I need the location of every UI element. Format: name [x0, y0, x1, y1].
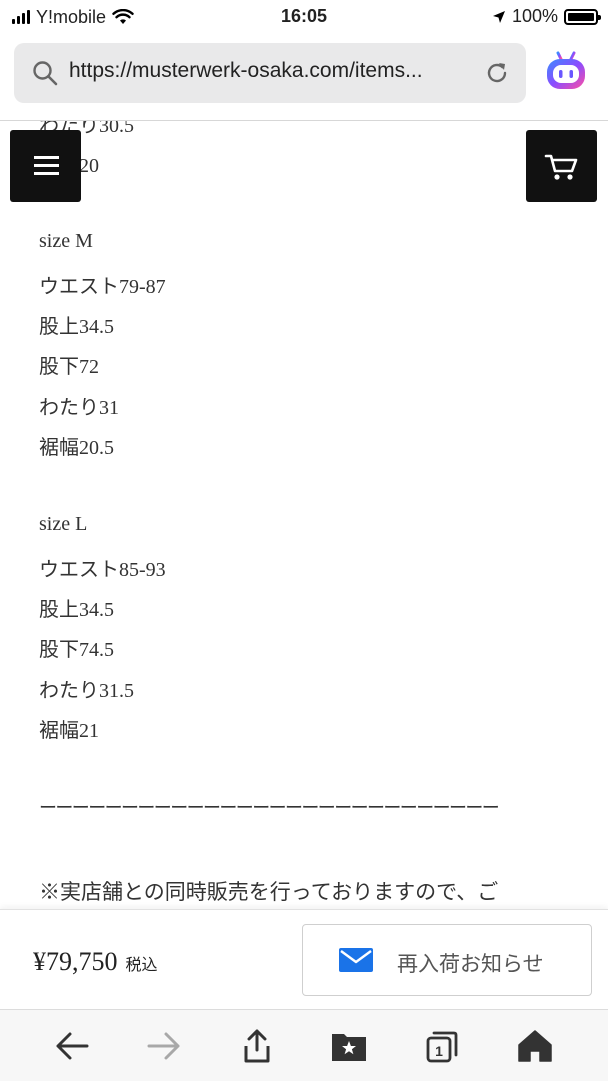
browser-toolbar: 1: [0, 1009, 608, 1081]
home-icon: [518, 1030, 552, 1062]
mail-icon: [339, 948, 373, 972]
bookmarks-button[interactable]: [329, 1028, 369, 1064]
status-bar: Y!mobile 16:05 100%: [0, 0, 608, 34]
spec-line: わたり31.5: [39, 680, 134, 702]
assistant-icon[interactable]: [543, 48, 589, 94]
back-button[interactable]: [52, 1028, 92, 1064]
menu-button[interactable]: [10, 130, 81, 202]
share-icon: [244, 1029, 270, 1063]
search-icon: [33, 61, 58, 86]
battery-group: 100%: [492, 6, 601, 27]
spec-line: 股上34.5: [39, 599, 114, 621]
notice-text: ※実店舗との同時販売を行っておりますので、ご: [39, 880, 499, 904]
spec-line: わたり31: [39, 397, 119, 419]
spec-line: ウエスト85-93: [39, 559, 166, 581]
home-button[interactable]: [515, 1028, 555, 1064]
hamburger-icon: [34, 156, 59, 159]
battery-percent: 100%: [511, 6, 558, 26]
tabs-icon: 1: [426, 1031, 458, 1063]
price: ¥79,750: [33, 947, 118, 976]
reload-icon[interactable]: [484, 60, 510, 86]
spec-line: 裾幅20.5: [39, 437, 114, 459]
forward-arrow-icon: [147, 1032, 180, 1060]
page-content: わたり30.5 裾幅20 size M ウエスト79-87 股上34.5 股下7…: [0, 121, 608, 909]
size-heading: size M: [39, 230, 93, 252]
spec-line: 股下74.5: [39, 639, 114, 661]
purchase-bar: ¥79,750 税込 再入荷お知らせ: [0, 909, 608, 1010]
size-heading: size L: [39, 513, 88, 535]
spec-line: 股上34.5: [39, 316, 114, 338]
separator-line: ーーーーーーーーーーーーーーーーーーーーーーーーーーーー: [39, 798, 500, 818]
spec-line: 裾幅21: [39, 720, 99, 742]
tab-count: 1: [435, 1043, 443, 1059]
back-arrow-icon: [56, 1032, 89, 1060]
price-group: ¥79,750 税込: [33, 947, 158, 977]
restock-notify-button[interactable]: 再入荷お知らせ: [302, 924, 592, 996]
battery-icon: [564, 8, 601, 25]
share-button[interactable]: [237, 1028, 277, 1064]
cart-button[interactable]: [526, 130, 597, 202]
spec-line: ウエスト79-87: [39, 276, 166, 298]
cart-icon: [544, 154, 578, 180]
url-text[interactable]: https://musterwerk-osaka.com/items...: [69, 59, 469, 83]
location-icon: [492, 10, 505, 23]
tax-label: 税込: [125, 957, 158, 974]
address-bar[interactable]: https://musterwerk-osaka.com/items...: [14, 43, 526, 103]
tabs-button[interactable]: 1: [422, 1028, 462, 1064]
forward-button[interactable]: [144, 1028, 184, 1064]
restock-notify-label: 再入荷お知らせ: [397, 952, 544, 976]
spec-line: 股下72: [39, 356, 99, 378]
bookmarks-icon: [332, 1034, 366, 1061]
